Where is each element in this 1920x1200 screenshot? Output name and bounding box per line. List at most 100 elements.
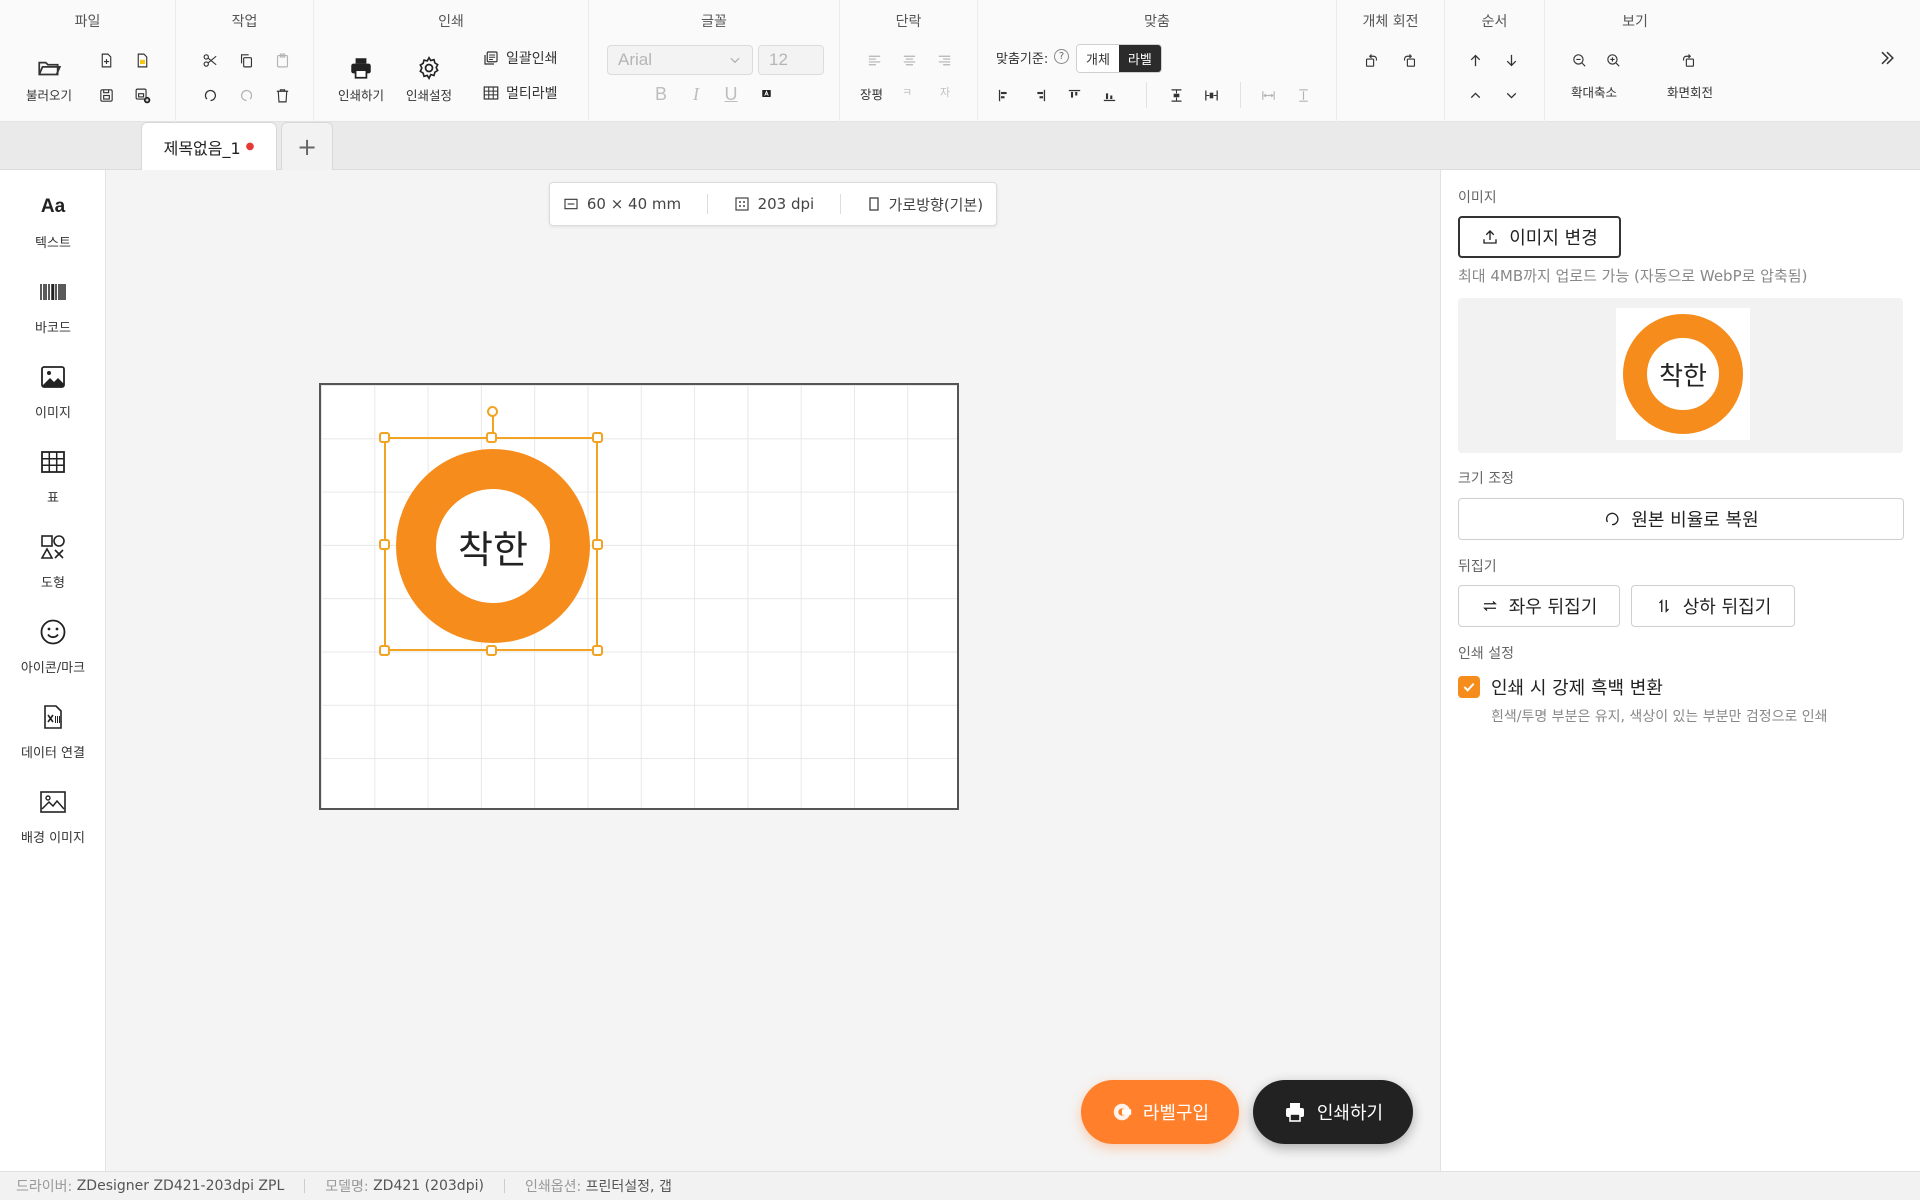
label-canvas[interactable]: 착한 <box>319 383 959 810</box>
text-invert-button[interactable] <box>750 77 782 109</box>
label-size-button[interactable]: 60 × 40 mm <box>563 195 681 213</box>
sidebar-item-image[interactable]: 이미지 <box>0 360 106 421</box>
resize-handle-s[interactable] <box>486 645 497 656</box>
char-spacing-button[interactable]: ㅋ <box>902 84 912 100</box>
gear-icon <box>419 56 439 80</box>
align-obj-top-button[interactable] <box>1058 79 1090 111</box>
delete-button[interactable] <box>266 79 298 111</box>
arrow-down-icon <box>1506 54 1516 66</box>
resize-handle-sw[interactable] <box>379 645 390 656</box>
distribute-vertical-icon <box>1171 88 1181 102</box>
resize-handle-nw[interactable] <box>379 432 390 443</box>
send-backward-button[interactable] <box>1495 44 1527 76</box>
equal-height-button[interactable] <box>1287 79 1319 111</box>
redo-icon <box>240 89 252 101</box>
bring-forward-button[interactable] <box>1459 44 1491 76</box>
batch-print-button[interactable]: 일괄인쇄 <box>482 48 558 68</box>
add-tab-button[interactable]: + <box>281 122 333 170</box>
expand-toolbar-button[interactable] <box>1871 42 1903 74</box>
multi-label-button[interactable]: 멀티라벨 <box>482 83 558 103</box>
align-left-button[interactable] <box>858 44 890 76</box>
align-obj-left-button[interactable] <box>988 79 1020 111</box>
new-file-button[interactable] <box>90 44 122 76</box>
undo-button[interactable] <box>194 79 226 111</box>
align-ref-label-option[interactable]: 라벨 <box>1118 45 1161 72</box>
flip-vertical-button[interactable]: 상하 뒤집기 <box>1631 585 1795 627</box>
ring-logo-text: 착한 <box>458 527 528 572</box>
bring-to-front-button[interactable] <box>1459 79 1491 111</box>
cut-button[interactable] <box>194 44 226 76</box>
line-spacing-button[interactable]: 자 <box>940 84 950 100</box>
save-button[interactable] <box>90 79 122 111</box>
restore-ratio-button[interactable]: 원본 비율로 복원 <box>1458 498 1904 540</box>
new-file-icon <box>101 53 111 67</box>
distribute-horizontal-icon <box>1204 90 1218 100</box>
save-as-button[interactable] <box>126 79 158 111</box>
copy-button[interactable] <box>230 44 262 76</box>
sidebar-item-icon[interactable]: 아이콘/마크 <box>0 615 106 676</box>
align-group-title: 맞춤 <box>1144 14 1170 30</box>
help-icon[interactable]: ? <box>1054 49 1069 64</box>
rotate-left-button[interactable] <box>1355 44 1387 76</box>
align-right-button[interactable] <box>928 44 960 76</box>
zoom-out-button[interactable] <box>1563 44 1595 76</box>
buy-labels-button[interactable]: 라벨구입 <box>1081 1080 1239 1144</box>
rotate-right-button[interactable] <box>1393 44 1425 76</box>
redo-button[interactable] <box>230 79 262 111</box>
open-button[interactable]: 불러오기 <box>26 55 72 104</box>
screen-rotate-button[interactable] <box>1672 44 1704 76</box>
sidebar-item-barcode[interactable]: 바코드 <box>0 275 106 336</box>
align-obj-bottom-button[interactable] <box>1093 79 1125 111</box>
equal-width-button[interactable] <box>1252 79 1284 111</box>
toolbar-print-button[interactable]: 인쇄하기 <box>338 55 384 104</box>
align-obj-center-button[interactable] <box>1023 79 1055 111</box>
force-bw-checkbox[interactable] <box>1458 676 1480 698</box>
flip-horizontal-button[interactable]: 좌우 뒤집기 <box>1458 585 1620 627</box>
sidebar-item-data[interactable]: 데이터 연결 <box>0 700 106 761</box>
zoom-in-button[interactable] <box>1597 44 1629 76</box>
label-roll-icon <box>1113 1103 1132 1121</box>
sidebar-item-text[interactable]: Aa 텍스트 <box>0 190 106 251</box>
align-center-icon <box>903 55 915 65</box>
print-settings-section-title: 인쇄 설정 <box>1458 646 1514 662</box>
sidebar-item-table[interactable]: 표 <box>0 445 106 506</box>
align-divider <box>1146 82 1147 108</box>
resize-handle-se[interactable] <box>592 645 603 656</box>
rotate-handle[interactable] <box>487 406 498 417</box>
resize-handle-ne[interactable] <box>592 432 603 443</box>
send-to-back-button[interactable] <box>1495 79 1527 111</box>
force-bw-label[interactable]: 인쇄 시 강제 흑백 변환 <box>1491 674 1663 700</box>
document-tab[interactable]: 제목없음_1 ● <box>141 122 277 170</box>
orientation-value: 가로방향(기본) <box>888 195 984 214</box>
zoom-label: 확대축소 <box>1571 85 1618 100</box>
font-size-input[interactable]: 12 <box>758 45 824 75</box>
resize-handle-e[interactable] <box>592 539 603 550</box>
align-ref-object-option[interactable]: 개체 <box>1077 45 1119 72</box>
char-width-button[interactable]: 장평 <box>860 84 883 103</box>
print-settings-button[interactable]: 인쇄설정 <box>406 55 452 104</box>
distribute-h-button[interactable] <box>1195 79 1227 111</box>
align-right-icon <box>938 55 950 65</box>
resize-handle-w[interactable] <box>379 539 390 550</box>
paste-button[interactable] <box>266 44 298 76</box>
change-image-button[interactable]: 이미지 변경 <box>1458 216 1621 258</box>
underline-button[interactable]: U <box>717 80 745 108</box>
sidebar-item-label: 데이터 연결 <box>21 746 85 761</box>
sidebar-item-label: 이미지 <box>35 406 71 421</box>
spreadsheet-icon <box>44 705 62 729</box>
template-file-button[interactable] <box>126 44 158 76</box>
selected-image-object[interactable]: 착한 <box>379 406 603 656</box>
font-family-select[interactable]: Arial <box>607 45 753 75</box>
dpi-button[interactable]: 203 dpi <box>734 195 814 213</box>
distribute-v-button[interactable] <box>1160 79 1192 111</box>
align-divider-2 <box>1240 82 1241 108</box>
sidebar-item-background[interactable]: 배경 이미지 <box>0 785 106 846</box>
align-center-button[interactable] <box>893 44 925 76</box>
sidebar-item-shape[interactable]: 도형 <box>0 530 106 591</box>
bold-button[interactable]: B <box>647 80 675 108</box>
resize-handle-n[interactable] <box>486 432 497 443</box>
orientation-button[interactable]: 가로방향(기본) <box>867 194 984 215</box>
italic-button[interactable]: I <box>682 80 710 108</box>
rotate-right-icon <box>1403 53 1415 67</box>
print-button[interactable]: 인쇄하기 <box>1253 1080 1413 1144</box>
